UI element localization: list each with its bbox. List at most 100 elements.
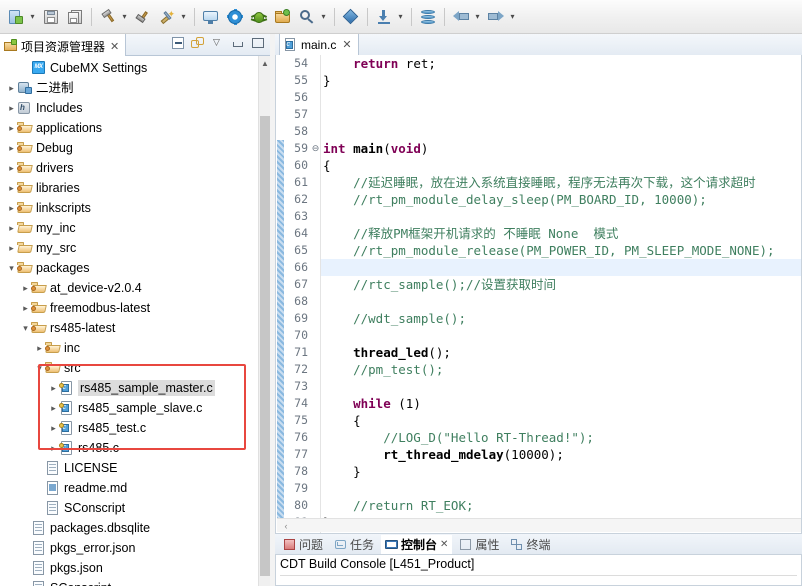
debug-button[interactable] xyxy=(248,6,270,28)
chevron-right-icon[interactable]: ▸ xyxy=(20,303,31,314)
collapse-all-icon[interactable] xyxy=(171,36,186,51)
chevron-right-icon[interactable]: ▸ xyxy=(6,143,17,154)
fold-marker[interactable] xyxy=(311,497,320,514)
maximize-icon[interactable] xyxy=(251,36,266,51)
fold-marker[interactable] xyxy=(311,395,320,412)
code-line[interactable]: //return RT_EOK; xyxy=(321,497,801,514)
fold-marker[interactable] xyxy=(311,480,320,497)
tree-item[interactable]: ▸ c rs485_sample_master.c xyxy=(0,378,258,398)
chevron-right-icon[interactable]: ▸ xyxy=(48,443,59,454)
editor-body[interactable]: 54 55 56 57 58 59 60 61 62 63 64 65 66 67 68 69 70 71 72 73… xyxy=(275,55,802,534)
tree-item[interactable]: ▾ rs485-latest xyxy=(0,318,258,338)
project-tree[interactable]: MX CubeMX Settings ▸ 二进制 ▸ h Includes ▸ applicat… xyxy=(0,56,258,586)
tree-item[interactable]: ▾ src xyxy=(0,358,258,378)
close-icon[interactable]: ✕ xyxy=(440,539,448,550)
code-line[interactable] xyxy=(321,480,801,497)
code-line[interactable] xyxy=(321,293,801,310)
back-button[interactable] xyxy=(450,6,472,28)
code-line[interactable] xyxy=(321,89,801,106)
code-line[interactable]: //rt_pm_module_release(PM_POWER_ID, PM_S… xyxy=(321,242,801,259)
fold-marker[interactable] xyxy=(311,89,320,106)
tab-properties[interactable]: 属性 xyxy=(455,535,503,554)
chevron-down-icon[interactable]: ▾ xyxy=(20,323,31,334)
tree-item[interactable]: ▸ h Includes xyxy=(0,98,258,118)
fold-marker[interactable] xyxy=(311,191,320,208)
chevron-right-icon[interactable]: ▸ xyxy=(6,83,17,94)
clean-button-dropdown[interactable] xyxy=(178,6,189,28)
fold-marker[interactable] xyxy=(311,276,320,293)
fold-marker[interactable]: ⊖ xyxy=(311,140,320,157)
chevron-right-icon[interactable]: ▸ xyxy=(48,383,59,394)
scroll-left-icon[interactable]: ‹ xyxy=(279,519,293,533)
fold-marker[interactable] xyxy=(311,242,320,259)
code-line[interactable]: rt_thread_mdelay(10000); xyxy=(321,446,801,463)
fold-marker[interactable] xyxy=(311,378,320,395)
search-button[interactable] xyxy=(296,6,318,28)
tree-item[interactable]: ▸ libraries xyxy=(0,178,258,198)
code-line[interactable]: //rt_pm_module_delay_sleep(PM_BOARD_ID, … xyxy=(321,191,801,208)
fold-marker[interactable] xyxy=(311,293,320,310)
tree-item[interactable]: ▾ packages xyxy=(0,258,258,278)
fold-marker[interactable] xyxy=(311,327,320,344)
tree-item[interactable]: ▸ at_device-v2.0.4 xyxy=(0,278,258,298)
new-file-button[interactable] xyxy=(5,6,27,28)
code-line[interactable]: } xyxy=(321,463,801,480)
code-line[interactable]: { xyxy=(321,157,801,174)
editor-horizontal-scrollbar[interactable]: ‹ xyxy=(277,518,801,532)
code-line[interactable]: //LOG_D("Hello RT-Thread!"); xyxy=(321,429,801,446)
fold-marker[interactable] xyxy=(311,225,320,242)
code-line[interactable]: //延迟睡眠，放在进入系统直接睡眠，程序无法再次下载，这个请求超时 xyxy=(321,174,801,191)
tree-item[interactable]: SConscript xyxy=(0,498,258,518)
console-view[interactable]: CDT Build Console [L451_Product] xyxy=(275,554,802,586)
tree-item[interactable]: packages.dbsqlite xyxy=(0,518,258,538)
chevron-right-icon[interactable]: ▸ xyxy=(6,163,17,174)
marker-button[interactable] xyxy=(340,6,362,28)
fold-marker[interactable] xyxy=(311,412,320,429)
fold-marker[interactable] xyxy=(311,361,320,378)
tree-item[interactable]: ▸ my_src xyxy=(0,238,258,258)
tree-item[interactable]: readme.md xyxy=(0,478,258,498)
chevron-right-icon[interactable]: ▸ xyxy=(6,123,17,134)
download-button-dropdown[interactable] xyxy=(395,6,406,28)
tree-item[interactable]: ▸ my_inc xyxy=(0,218,258,238)
fold-marker[interactable] xyxy=(311,55,320,72)
fold-marker[interactable] xyxy=(311,463,320,480)
tree-item[interactable]: pkgs.json xyxy=(0,558,258,578)
close-icon[interactable]: ✕ xyxy=(110,40,119,53)
back-button-dropdown[interactable] xyxy=(472,6,483,28)
chevron-right-icon[interactable]: ▸ xyxy=(6,203,17,214)
code-line[interactable]: //wdt_sample(); xyxy=(321,310,801,327)
clean-button[interactable]: ✦ xyxy=(156,6,178,28)
forward-button[interactable] xyxy=(485,6,507,28)
tab-problems[interactable]: 问题 xyxy=(279,535,327,554)
tree-item[interactable]: ▸ linkscripts xyxy=(0,198,258,218)
build-button-dropdown[interactable] xyxy=(119,6,130,28)
code-line[interactable]: return ret; xyxy=(321,55,801,72)
chevron-right-icon[interactable]: ▸ xyxy=(20,283,31,294)
save-button[interactable] xyxy=(40,6,62,28)
fold-marker[interactable] xyxy=(311,123,320,140)
code-content[interactable]: return ret;} int main(void){ //延迟睡眠，放在进入… xyxy=(321,55,801,533)
chevron-right-icon[interactable]: ▸ xyxy=(34,343,45,354)
fold-marker[interactable] xyxy=(311,310,320,327)
code-line[interactable]: } xyxy=(321,72,801,89)
tree-item[interactable]: ▸ freemodbus-latest xyxy=(0,298,258,318)
download-button[interactable] xyxy=(373,6,395,28)
fold-marker[interactable] xyxy=(311,208,320,225)
chevron-right-icon[interactable]: ▸ xyxy=(6,223,17,234)
fold-marker[interactable] xyxy=(311,344,320,361)
fold-marker[interactable] xyxy=(311,72,320,89)
code-line[interactable]: //pm_test(); xyxy=(321,361,801,378)
tree-item[interactable]: SConscript xyxy=(0,578,258,586)
forward-button-dropdown[interactable] xyxy=(507,6,518,28)
code-line[interactable]: //rtc_sample();//设置获取时间 xyxy=(321,276,801,293)
tree-item[interactable]: ▸ c rs485_sample_slave.c xyxy=(0,398,258,418)
fold-marker[interactable] xyxy=(311,429,320,446)
view-menu-icon[interactable] xyxy=(211,36,226,51)
open-perspective-button[interactable] xyxy=(200,6,222,28)
close-icon[interactable]: ✕ xyxy=(342,38,351,51)
tab-terminal[interactable]: 终端 xyxy=(506,535,554,554)
chevron-right-icon[interactable]: ▸ xyxy=(6,103,17,114)
code-line[interactable]: thread_led(); xyxy=(321,344,801,361)
code-line[interactable] xyxy=(321,106,801,123)
